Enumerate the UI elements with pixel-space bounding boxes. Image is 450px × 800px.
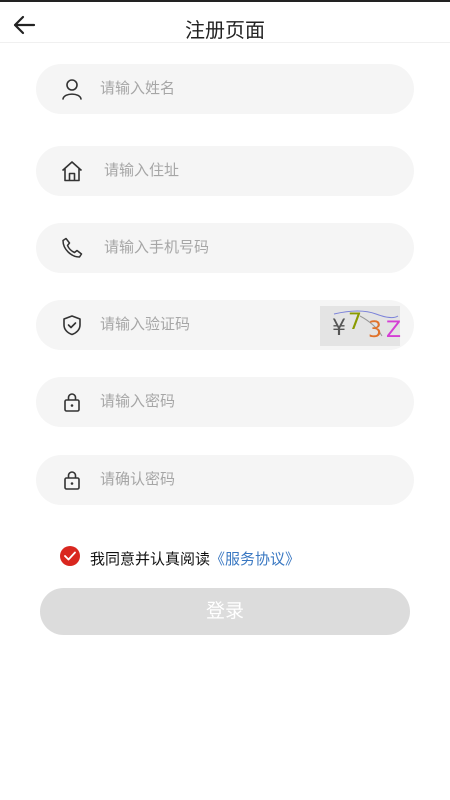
phone-field[interactable] [36,223,414,273]
lock-icon [60,390,84,414]
captcha-char-3: 3 [368,318,382,343]
login-button[interactable]: 登录 [40,588,410,635]
captcha-char-1: ¥ [332,316,346,341]
code-field[interactable]: ¥ 7 3 Z [36,300,414,350]
agreement-text: 我同意并认真阅读 [90,550,211,568]
confirm-password-field[interactable] [36,455,414,505]
address-field[interactable] [36,146,414,196]
password-input[interactable] [100,392,310,410]
check-icon [64,551,76,561]
code-input[interactable] [100,315,270,333]
service-agreement-link[interactable]: 《服务协议》 [210,548,300,569]
password-field[interactable] [36,377,414,427]
captcha-image[interactable]: ¥ 7 3 Z [320,306,402,346]
name-input[interactable] [100,79,310,97]
phone-icon [60,236,84,260]
agreement-checkbox[interactable] [60,546,80,566]
name-field[interactable] [36,64,414,114]
captcha-char-4: Z [386,318,402,343]
shield-check-icon [60,313,84,337]
home-icon [60,159,84,183]
user-icon [60,77,84,101]
address-input[interactable] [104,161,314,179]
confirm-password-input[interactable] [100,470,310,488]
captcha-char-2: 7 [348,310,362,335]
lock-icon [60,468,84,492]
page-title: 注册页面 [185,18,265,42]
header-bar: 注册页面 [0,2,450,43]
phone-input[interactable] [104,238,314,256]
